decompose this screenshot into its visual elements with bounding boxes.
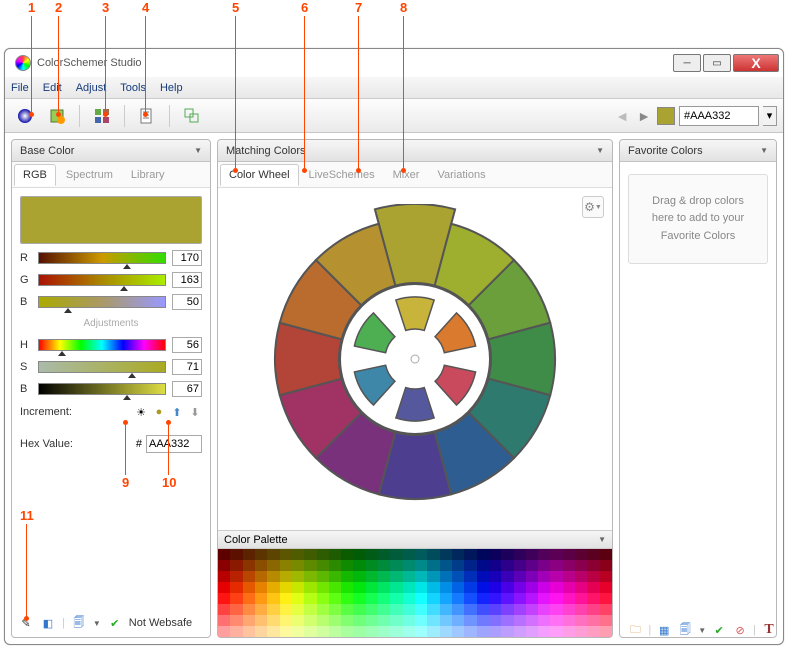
favorites-title: Favorite Colors bbox=[628, 145, 703, 157]
favorites-dropzone[interactable]: Drag & drop colors here to add to your F… bbox=[628, 174, 768, 264]
select-icon[interactable]: ◧ bbox=[40, 615, 56, 631]
tab-liveschemes[interactable]: LiveSchemes bbox=[301, 165, 383, 185]
window-title: ColorSchemer Studio bbox=[37, 57, 142, 69]
tab-spectrum[interactable]: Spectrum bbox=[58, 165, 121, 185]
base-color-panel: Base Color ▼ RGB Spectrum Library R G B A… bbox=[11, 139, 211, 638]
color-palette-grid[interactable] bbox=[218, 549, 612, 637]
bri-slider[interactable] bbox=[38, 383, 166, 395]
toolbar-button-2[interactable] bbox=[43, 103, 71, 129]
increment-label: Increment: bbox=[20, 406, 72, 418]
tab-variations[interactable]: Variations bbox=[429, 165, 493, 185]
h-value[interactable] bbox=[172, 337, 202, 353]
palette-title: Color Palette bbox=[224, 534, 288, 546]
r-value[interactable] bbox=[172, 250, 202, 266]
s-label: S bbox=[20, 361, 32, 373]
app-icon bbox=[15, 55, 31, 71]
dropdown-icon[interactable]: ▼ bbox=[760, 146, 768, 155]
menu-adjust[interactable]: Adjust bbox=[76, 82, 107, 94]
color-wheel[interactable] bbox=[260, 204, 570, 514]
dropdown-icon[interactable]: ▼ bbox=[194, 146, 202, 155]
toolbar-button-3[interactable] bbox=[88, 103, 116, 129]
r-slider[interactable] bbox=[38, 252, 166, 264]
menu-edit[interactable]: Edit bbox=[43, 82, 62, 94]
folder-icon[interactable]: 🗀 bbox=[627, 622, 643, 638]
app-window: ColorSchemer Studio ─ ▭ X File Edit Adju… bbox=[4, 48, 784, 645]
g-slider[interactable] bbox=[38, 274, 166, 286]
s-slider[interactable] bbox=[38, 361, 166, 373]
hex-value-input[interactable] bbox=[146, 435, 202, 453]
copy-icon[interactable]: 🗐 bbox=[677, 622, 693, 638]
toolbar-button-5[interactable] bbox=[178, 103, 206, 129]
gear-icon[interactable]: ⚙▼ bbox=[582, 196, 604, 218]
bri-label: B bbox=[20, 383, 32, 395]
hint-text: Drag & drop colors bbox=[652, 193, 744, 211]
b-value[interactable] bbox=[172, 294, 202, 310]
menu-file[interactable]: File bbox=[11, 82, 29, 94]
nav-fwd-icon[interactable]: ► bbox=[635, 108, 653, 124]
inc-down-icon[interactable]: ⬇ bbox=[188, 405, 202, 419]
bri-value[interactable] bbox=[172, 381, 202, 397]
dropdown-icon[interactable]: ▼ bbox=[598, 535, 606, 544]
h-slider[interactable] bbox=[38, 339, 166, 351]
base-color-preview bbox=[20, 196, 202, 244]
menu-help[interactable]: Help bbox=[160, 82, 183, 94]
h-label: H bbox=[20, 339, 32, 351]
apply-icon[interactable]: ✔ bbox=[711, 622, 727, 638]
dropdown-icon[interactable]: ▼ bbox=[596, 146, 604, 155]
b-slider[interactable] bbox=[38, 296, 166, 308]
grid-icon[interactable]: ▦ bbox=[656, 622, 672, 638]
nav-back-icon[interactable]: ◄ bbox=[613, 108, 631, 124]
adjustments-label: Adjustments bbox=[20, 318, 202, 329]
hex-hash: # bbox=[136, 438, 142, 450]
maximize-button[interactable]: ▭ bbox=[703, 54, 731, 72]
matching-colors-panel: Matching Colors ▼ Color Wheel LiveSchemes… bbox=[217, 139, 613, 638]
color-wheel-area[interactable]: ⚙▼ bbox=[218, 188, 612, 530]
hint-text: here to add to your bbox=[652, 210, 744, 228]
toolbar-colorwheel-button[interactable] bbox=[11, 103, 39, 129]
r-label: R bbox=[20, 252, 32, 264]
text-icon[interactable]: T bbox=[761, 622, 777, 638]
toolbar-button-4[interactable] bbox=[133, 103, 161, 129]
hint-text: Favorite Colors bbox=[661, 228, 736, 246]
tab-rgb[interactable]: RGB bbox=[14, 164, 56, 186]
eyedropper-icon[interactable]: ✎ bbox=[18, 615, 34, 631]
g-value[interactable] bbox=[172, 272, 202, 288]
websafe-label: Not Websafe bbox=[129, 617, 192, 629]
current-color-swatch[interactable] bbox=[657, 107, 675, 125]
favorite-colors-panel: Favorite Colors ▼ Drag & drop colors here… bbox=[619, 139, 777, 638]
close-button[interactable]: X bbox=[733, 54, 779, 72]
check-icon[interactable]: ✔ bbox=[107, 615, 123, 631]
matching-title: Matching Colors bbox=[226, 145, 305, 157]
titlebar: ColorSchemer Studio ─ ▭ X bbox=[5, 49, 783, 77]
toolbar: ◄ ► ▾ bbox=[5, 99, 783, 133]
tab-colorwheel[interactable]: Color Wheel bbox=[220, 164, 299, 186]
minimize-button[interactable]: ─ bbox=[673, 54, 701, 72]
menubar: File Edit Adjust Tools Help bbox=[5, 77, 783, 99]
hexvalue-label: Hex Value: bbox=[20, 438, 132, 450]
b-label: B bbox=[20, 296, 32, 308]
lighten-icon[interactable]: ☀ bbox=[134, 405, 148, 419]
base-color-title: Base Color bbox=[20, 145, 74, 157]
tab-library[interactable]: Library bbox=[123, 165, 173, 185]
darken-icon[interactable]: ● bbox=[152, 405, 166, 419]
inc-up-icon[interactable]: ⬆ bbox=[170, 405, 184, 419]
hex-input[interactable] bbox=[679, 106, 759, 126]
hex-dropdown[interactable]: ▾ bbox=[763, 106, 777, 126]
s-value[interactable] bbox=[172, 359, 202, 375]
tab-mixer[interactable]: Mixer bbox=[385, 165, 428, 185]
g-label: G bbox=[20, 274, 32, 286]
copy-icon[interactable]: 🗐 bbox=[71, 615, 87, 631]
menu-tools[interactable]: Tools bbox=[120, 82, 146, 94]
delete-icon[interactable]: ⊘ bbox=[732, 622, 748, 638]
